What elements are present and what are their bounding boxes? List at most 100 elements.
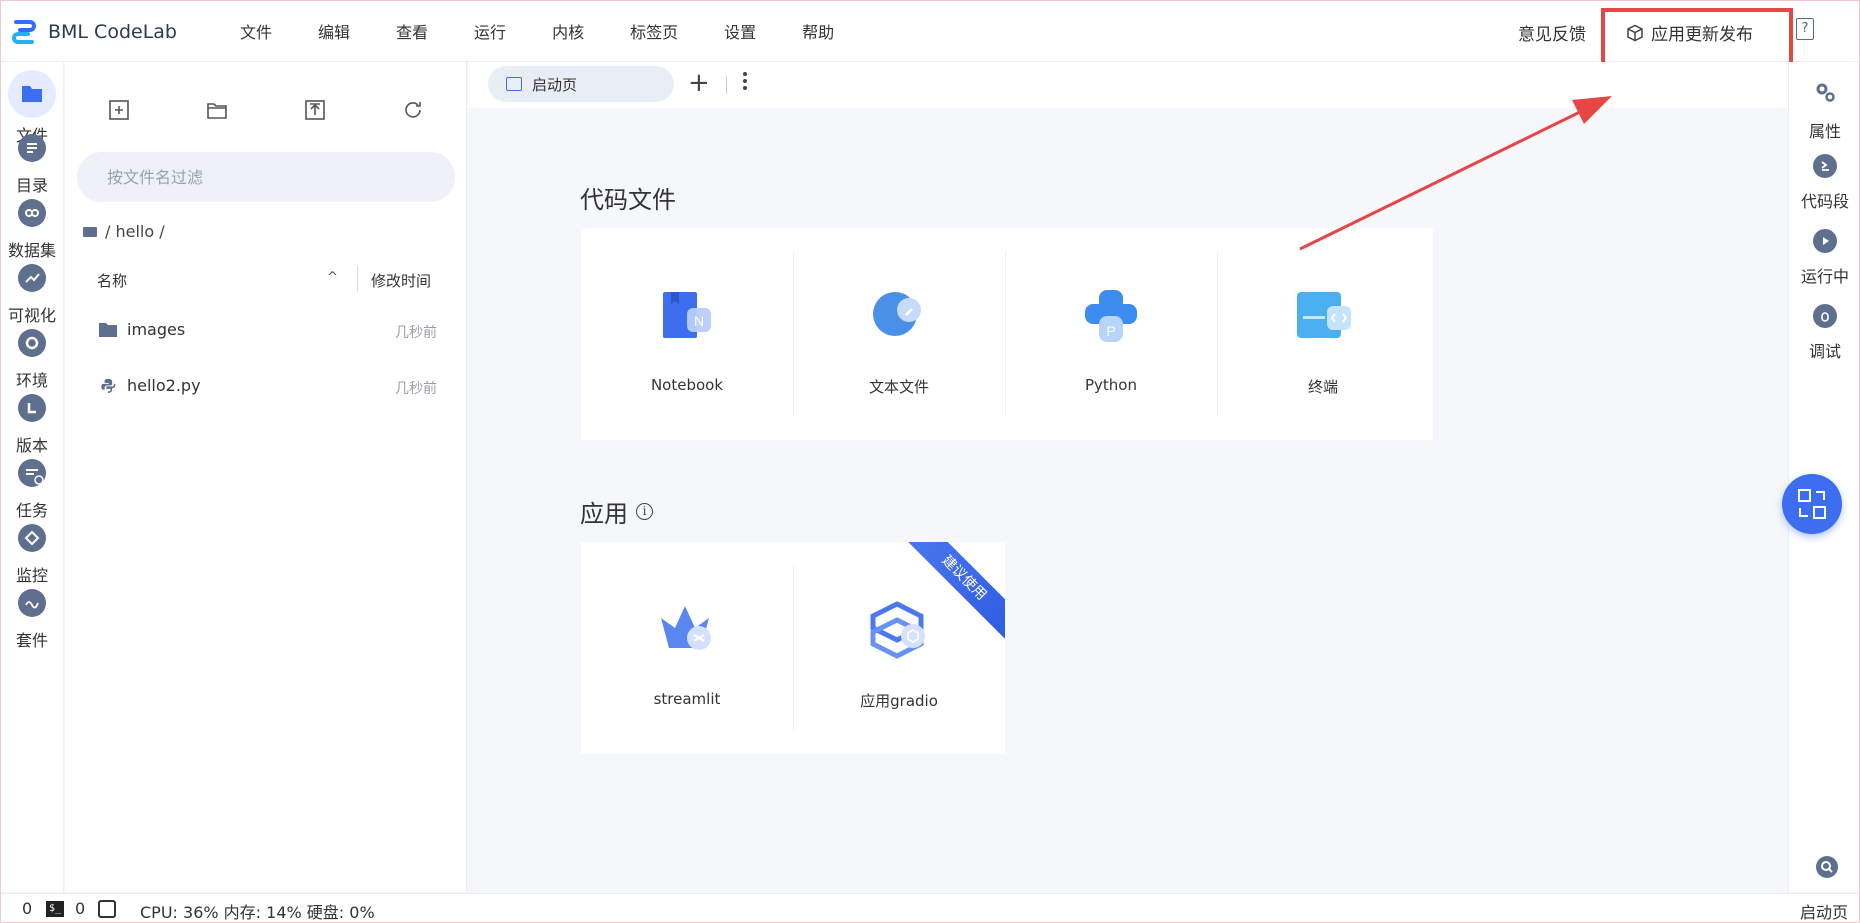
sidebar-item-task[interactable]: 任务 bbox=[0, 459, 64, 521]
menu-file[interactable]: 文件 bbox=[240, 19, 272, 43]
monitor-icon bbox=[18, 524, 46, 552]
menu-settings[interactable]: 设置 bbox=[724, 19, 756, 43]
breadcrumb-path: / hello / bbox=[105, 222, 165, 241]
section-title-text: 代码文件 bbox=[580, 186, 676, 214]
file-browser-panel: / hello / 名称 ^ 修改时间 images 几秒前 hello2.py… bbox=[65, 62, 467, 892]
sidebar-item-dataset[interactable]: 数据集 bbox=[0, 199, 64, 261]
top-bar: BML CodeLab 文件 编辑 查看 运行 内核 标签页 设置 帮助 意见反… bbox=[0, 0, 1860, 62]
sidebar-label: 代码段 bbox=[1800, 192, 1849, 211]
feedback-link[interactable]: 意见反馈 bbox=[1518, 20, 1586, 45]
launcher-streamlit[interactable]: streamlit bbox=[581, 542, 793, 754]
new-folder-icon[interactable] bbox=[205, 98, 229, 122]
menu-edit[interactable]: 编辑 bbox=[318, 19, 350, 43]
search-icon[interactable] bbox=[1816, 856, 1838, 878]
menu-view[interactable]: 查看 bbox=[396, 19, 428, 43]
info-icon[interactable]: i bbox=[636, 503, 653, 520]
launcher-icon bbox=[506, 77, 522, 91]
sidebar-item-properties[interactable]: 属性 bbox=[1789, 80, 1860, 142]
sidebar-item-environment[interactable]: 环境 bbox=[0, 329, 64, 391]
file-list-header: 名称 ^ 修改时间 bbox=[65, 262, 467, 298]
sidebar-label: 属性 bbox=[1808, 122, 1841, 141]
sidebar-item-suite[interactable]: 套件 bbox=[0, 589, 64, 651]
sidebar-label: 环境 bbox=[15, 371, 48, 390]
sidebar-label: 运行中 bbox=[1800, 267, 1849, 286]
more-options-icon[interactable] bbox=[743, 72, 747, 93]
file-time: 几秒前 bbox=[395, 381, 437, 397]
gradio-icon bbox=[870, 601, 925, 659]
task-icon bbox=[18, 459, 46, 487]
kernel-chip-icon[interactable] bbox=[98, 900, 116, 918]
file-row[interactable]: hello2.py 几秒前 bbox=[65, 368, 467, 408]
column-divider[interactable] bbox=[357, 266, 358, 292]
help-icon[interactable]: ? bbox=[1796, 18, 1814, 40]
menu-bar: 文件 编辑 查看 运行 内核 标签页 设置 帮助 bbox=[240, 0, 880, 62]
section-title-text: 应用 bbox=[580, 500, 628, 528]
tile-label: 文本文件 bbox=[868, 378, 929, 396]
tab-bar: 启动页 + bbox=[468, 62, 1788, 108]
sidebar-item-version[interactable]: 版本 bbox=[0, 394, 64, 456]
sidebar-label: 套件 bbox=[15, 631, 48, 650]
status-current-tab: 启动页 bbox=[1799, 903, 1848, 922]
sidebar-item-monitor[interactable]: 监控 bbox=[0, 524, 64, 586]
notebook-icon: N bbox=[663, 292, 711, 338]
file-name: images bbox=[127, 320, 186, 339]
breadcrumb[interactable]: / hello / bbox=[83, 222, 165, 241]
terminal-icon[interactable]: $_ bbox=[46, 901, 64, 917]
tab-label: 启动页 bbox=[532, 75, 578, 94]
sidebar-item-toc[interactable]: 目录 bbox=[0, 134, 64, 196]
text-file-icon bbox=[873, 292, 921, 336]
status-count-b[interactable]: 0 bbox=[75, 899, 85, 918]
terminal-icon bbox=[1297, 292, 1351, 338]
bug-icon bbox=[1813, 304, 1837, 328]
folder-icon bbox=[8, 70, 56, 118]
column-modified[interactable]: 修改时间 bbox=[371, 270, 431, 291]
upload-icon[interactable] bbox=[303, 98, 327, 122]
folder-icon bbox=[83, 226, 97, 237]
app-title: BML CodeLab bbox=[48, 21, 177, 43]
svg-text:N: N bbox=[694, 313, 704, 329]
python-icon bbox=[101, 378, 116, 393]
menu-tabs[interactable]: 标签页 bbox=[630, 19, 678, 43]
sort-caret-icon[interactable]: ^ bbox=[327, 270, 338, 285]
environment-icon bbox=[18, 329, 46, 357]
menu-run[interactable]: 运行 bbox=[474, 19, 506, 43]
status-count-a[interactable]: 0 bbox=[22, 899, 32, 918]
code-snippet-icon bbox=[1813, 154, 1837, 178]
code-files-card: N Notebook 文本文件 P Python 终端 bbox=[581, 228, 1433, 440]
sidebar-label: 监控 bbox=[15, 566, 48, 585]
tab-launcher[interactable]: 启动页 bbox=[488, 66, 674, 102]
sidebar-item-snippets[interactable]: 代码段 bbox=[1789, 154, 1860, 212]
menu-help[interactable]: 帮助 bbox=[802, 19, 834, 43]
launcher-text-file[interactable]: 文本文件 bbox=[793, 228, 1005, 440]
app-logo[interactable]: BML CodeLab bbox=[10, 18, 177, 46]
sidebar-label: 可视化 bbox=[7, 306, 56, 325]
left-sidebar: 文件 目录 数据集 可视化 环境 版本 任务 监控 套件 bbox=[0, 62, 64, 892]
menu-kernel[interactable]: 内核 bbox=[552, 19, 584, 43]
add-tab-button[interactable]: + bbox=[688, 68, 710, 98]
gear-icon bbox=[1816, 83, 1835, 102]
chart-icon bbox=[18, 264, 46, 292]
launcher-python[interactable]: P Python bbox=[1005, 228, 1217, 440]
file-name: hello2.py bbox=[127, 376, 201, 395]
switch-layout-button[interactable] bbox=[1782, 474, 1842, 534]
sidebar-item-debug[interactable]: 调试 bbox=[1789, 304, 1860, 362]
tile-label: 终端 bbox=[1307, 378, 1338, 396]
svg-text:P: P bbox=[1106, 323, 1115, 339]
column-name[interactable]: 名称 bbox=[97, 270, 127, 291]
sidebar-item-running[interactable]: 运行中 bbox=[1789, 229, 1860, 287]
sidebar-label: 数据集 bbox=[7, 241, 56, 260]
file-row[interactable]: images 几秒前 bbox=[65, 312, 467, 352]
app-section-title: 应用 i bbox=[580, 494, 653, 529]
resource-usage: CPU: 36% 内存: 14% 硬盘: 0% bbox=[140, 903, 375, 922]
launcher-terminal[interactable]: 终端 bbox=[1217, 228, 1429, 440]
streamlit-icon bbox=[661, 606, 711, 650]
new-file-icon[interactable] bbox=[107, 98, 131, 122]
file-filter-input[interactable] bbox=[77, 152, 455, 202]
sidebar-item-visualize[interactable]: 可视化 bbox=[0, 264, 64, 326]
logo-icon bbox=[12, 20, 36, 44]
launcher-notebook[interactable]: N Notebook bbox=[581, 228, 793, 440]
code-section-title: 代码文件 bbox=[580, 180, 676, 215]
refresh-icon[interactable] bbox=[401, 98, 425, 122]
sidebar-label: 版本 bbox=[15, 436, 48, 455]
tile-label: Notebook bbox=[650, 376, 724, 394]
